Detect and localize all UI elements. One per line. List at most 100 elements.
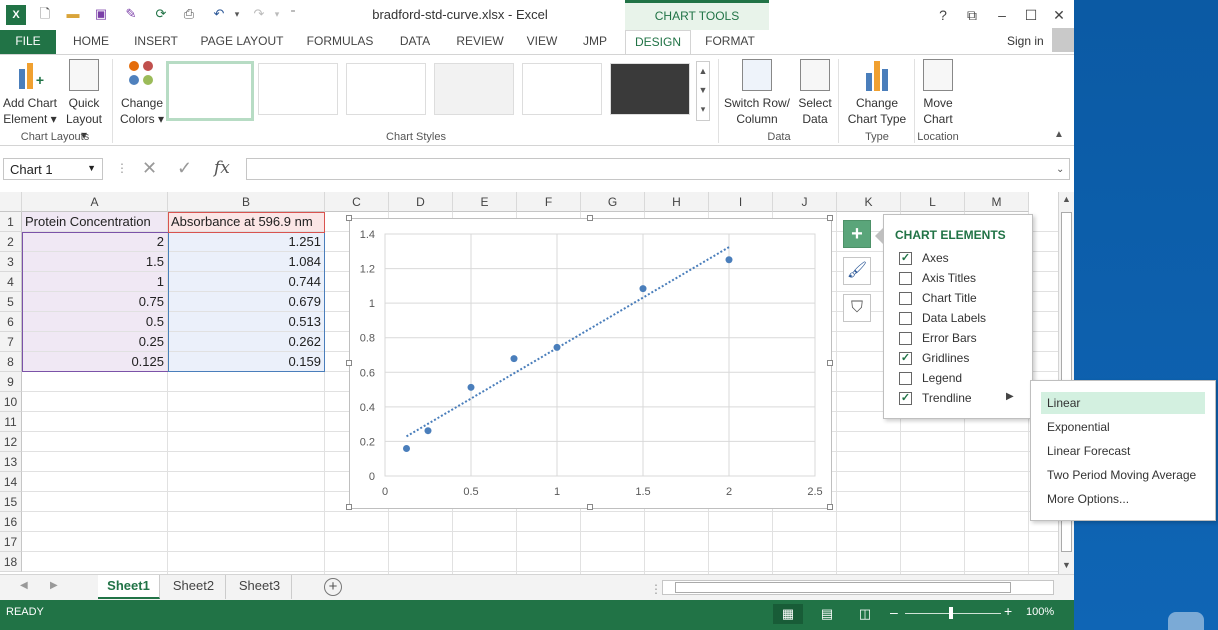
- tab-data[interactable]: DATA: [390, 30, 440, 54]
- column-header[interactable]: A: [22, 192, 168, 212]
- name-box-dropdown-icon[interactable]: ▼: [87, 163, 96, 173]
- chart-element-label[interactable]: Axis Titles: [922, 271, 976, 285]
- chart-style-5[interactable]: [522, 63, 602, 115]
- redo-icon[interactable]: ↷: [250, 6, 268, 22]
- column-header[interactable]: K: [837, 192, 901, 212]
- resize-handle[interactable]: [346, 215, 352, 221]
- zoom-slider[interactable]: [905, 613, 1001, 614]
- tab-formulas[interactable]: FORMULAS: [300, 30, 380, 54]
- chart-elements-button[interactable]: +: [843, 220, 871, 248]
- checkbox[interactable]: ✓: [899, 392, 912, 405]
- checkbox[interactable]: [899, 372, 912, 385]
- checkbox[interactable]: [899, 272, 912, 285]
- column-header[interactable]: E: [453, 192, 517, 212]
- column-header[interactable]: L: [901, 192, 965, 212]
- row-header[interactable]: 7: [0, 332, 22, 352]
- horizontal-scroll-thumb[interactable]: [675, 582, 1011, 593]
- chart-style-1[interactable]: [166, 61, 254, 121]
- tab-design[interactable]: DESIGN: [625, 30, 691, 55]
- trendline-option[interactable]: Linear: [1041, 392, 1205, 414]
- print-icon[interactable]: ⎙: [180, 6, 198, 22]
- tab-insert[interactable]: INSERT: [128, 30, 184, 54]
- zoom-out-icon[interactable]: –: [890, 604, 898, 620]
- cancel-icon[interactable]: ✕: [142, 158, 157, 179]
- chart-area[interactable]: 0 0.2 0.4 0.6 0.8 1 1.2 1.4 0 0.5 1 1.5 2 2.5: [346, 215, 833, 510]
- row-header[interactable]: 9: [0, 372, 22, 392]
- checkbox[interactable]: [899, 292, 912, 305]
- row-header[interactable]: 15: [0, 492, 22, 512]
- row-header[interactable]: 6: [0, 312, 22, 332]
- tab-view[interactable]: VIEW: [520, 30, 564, 54]
- chart-style-6[interactable]: [610, 63, 690, 115]
- chart-element-label[interactable]: Axes: [922, 251, 949, 265]
- row-header[interactable]: 13: [0, 452, 22, 472]
- chart-style-4[interactable]: [434, 63, 514, 115]
- checkbox[interactable]: ✓: [899, 252, 912, 265]
- scroll-right-icon[interactable]: ▶: [50, 580, 58, 591]
- row-header[interactable]: 16: [0, 512, 22, 532]
- checkbox[interactable]: [899, 312, 912, 325]
- chart-element-label[interactable]: Gridlines: [922, 351, 969, 365]
- formula-input[interactable]: [246, 158, 1070, 180]
- select-all-corner[interactable]: [0, 192, 22, 212]
- zoom-slider-thumb[interactable]: [949, 607, 953, 619]
- open-folder-icon[interactable]: ▬: [64, 6, 82, 22]
- trendline-arrow-icon[interactable]: ▶: [1006, 391, 1014, 402]
- row-header[interactable]: 1: [0, 212, 22, 232]
- normal-view-icon[interactable]: ▦: [773, 604, 803, 624]
- chart-element-label[interactable]: Trendline: [922, 391, 972, 405]
- sheet-tab-sheet3[interactable]: Sheet3: [228, 575, 292, 599]
- page-layout-view-icon[interactable]: ▤: [812, 604, 842, 624]
- column-header[interactable]: M: [965, 192, 1029, 212]
- resize-handle[interactable]: [827, 360, 833, 366]
- chart-style-2[interactable]: [258, 63, 338, 115]
- scroll-down-icon[interactable]: ▼: [1062, 560, 1071, 570]
- column-header[interactable]: D: [389, 192, 453, 212]
- trendline-option[interactable]: More Options...: [1041, 488, 1205, 510]
- select-data-button[interactable]: Select Data: [794, 59, 836, 127]
- customize-toolbar-icon[interactable]: ⁼: [284, 6, 302, 22]
- cell-a1[interactable]: Protein Concentration: [22, 212, 168, 232]
- enter-check-icon[interactable]: ✓: [177, 158, 192, 179]
- collapse-ribbon-icon[interactable]: ▲: [1054, 129, 1064, 140]
- horizontal-scrollbar[interactable]: [662, 580, 1054, 595]
- column-header[interactable]: C: [325, 192, 389, 212]
- sign-in-link[interactable]: Sign in: [1007, 34, 1044, 48]
- row-header[interactable]: 17: [0, 532, 22, 552]
- ribbon-display-icon[interactable]: ⧉: [961, 5, 983, 25]
- row-header[interactable]: 3: [0, 252, 22, 272]
- insert-function-icon[interactable]: fx: [214, 158, 230, 178]
- tab-review[interactable]: REVIEW: [450, 30, 510, 54]
- chart-filters-icon[interactable]: ⛉: [843, 294, 871, 322]
- tab-home[interactable]: HOME: [64, 30, 118, 54]
- tab-jmp[interactable]: JMP: [574, 30, 616, 54]
- add-sheet-icon[interactable]: +: [324, 578, 342, 596]
- chart-styles-brush-icon[interactable]: 🖌: [843, 257, 871, 285]
- scroll-up-icon[interactable]: ▲: [1062, 194, 1071, 204]
- save-icon[interactable]: ▣: [92, 6, 110, 22]
- chart-element-label[interactable]: Legend: [922, 371, 962, 385]
- checkbox[interactable]: ✓: [899, 352, 912, 365]
- row-header[interactable]: 2: [0, 232, 22, 252]
- sheet-tab-sheet1[interactable]: Sheet1: [98, 575, 160, 599]
- switch-row-column-button[interactable]: Switch Row/ Column: [722, 59, 792, 127]
- scroll-left-icon[interactable]: ◀: [20, 580, 28, 591]
- change-colors-button[interactable]: Change Colors ▾: [116, 59, 168, 127]
- chart-element-label[interactable]: Chart Title: [922, 291, 977, 305]
- resize-handle[interactable]: [346, 360, 352, 366]
- trendline-option[interactable]: Exponential: [1041, 416, 1205, 438]
- row-header[interactable]: 10: [0, 392, 22, 412]
- column-header[interactable]: H: [645, 192, 709, 212]
- expand-formula-bar-icon[interactable]: ⌄: [1056, 164, 1064, 175]
- add-chart-element-button[interactable]: + Add Chart Element ▾: [0, 59, 60, 127]
- row-header[interactable]: 11: [0, 412, 22, 432]
- tab-page-layout[interactable]: PAGE LAYOUT: [194, 30, 290, 54]
- column-header[interactable]: G: [581, 192, 645, 212]
- trendline-option[interactable]: Linear Forecast: [1041, 440, 1205, 462]
- column-header[interactable]: F: [517, 192, 581, 212]
- maximize-icon[interactable]: ☐: [1020, 5, 1042, 25]
- undo-icon[interactable]: ↶: [210, 6, 228, 22]
- chart-element-label[interactable]: Data Labels: [922, 311, 986, 325]
- resize-handle[interactable]: [827, 504, 833, 510]
- help-button[interactable]: ?: [932, 5, 954, 25]
